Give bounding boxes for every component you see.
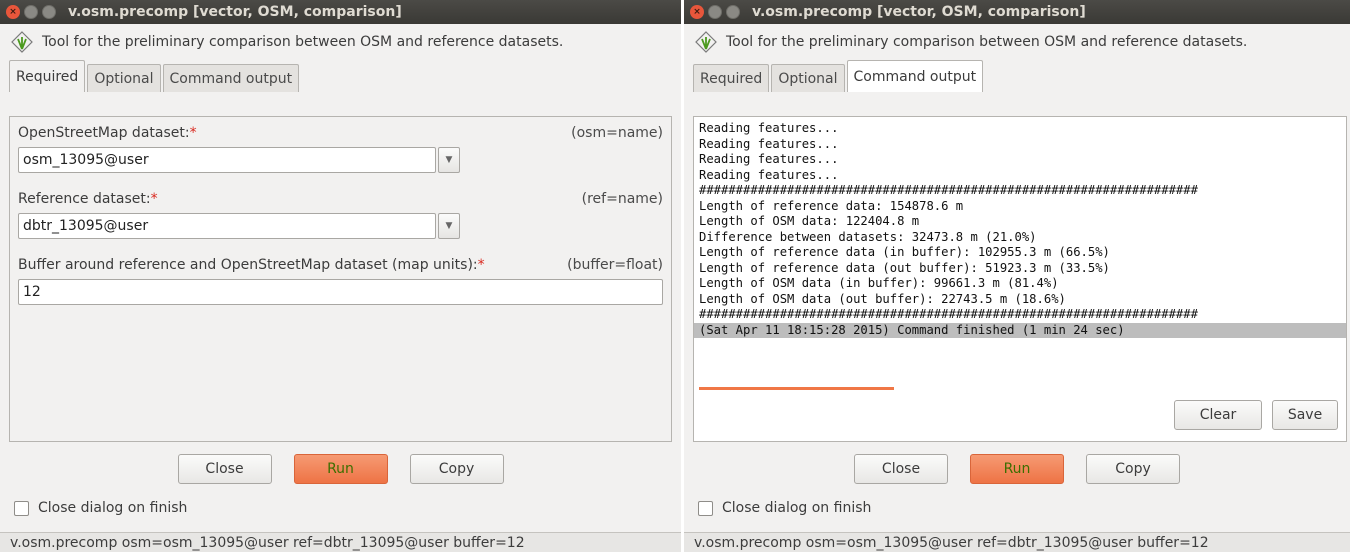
grass-logo-icon: [11, 31, 33, 53]
reference-dataset-input[interactable]: dbtr_13095@user: [18, 213, 436, 239]
ref-param-key: (ref=name): [581, 191, 663, 207]
close-icon[interactable]: ×: [6, 5, 20, 19]
status-bar: v.osm.precomp osm=osm_13095@user ref=dbt…: [0, 532, 681, 552]
status-bar: v.osm.precomp osm=osm_13095@user ref=dbt…: [684, 532, 1350, 552]
required-mark: *: [477, 257, 485, 273]
field-row-ref: Reference dataset:* (ref=name): [10, 183, 671, 213]
dialog-window-required: × v.osm.precomp [vector, OSM, comparison…: [0, 0, 681, 552]
output-line: Reading features...: [699, 136, 839, 151]
command-output-panel: Reading features... Reading features... Re…: [693, 116, 1347, 442]
module-description: Tool for the preliminary comparison betw…: [684, 24, 1350, 60]
progress-bar: [699, 387, 894, 390]
copy-button[interactable]: Copy: [409, 454, 504, 484]
chevron-down-icon[interactable]: ▼: [438, 147, 460, 173]
reference-dataset-label: Reference dataset:: [18, 191, 151, 207]
description-text: Tool for the preliminary comparison betw…: [726, 34, 1248, 50]
osm-dataset-label: OpenStreetMap dataset:: [18, 125, 190, 141]
field-row-osm: OpenStreetMap dataset:* (osm=name): [10, 117, 671, 147]
dialog-buttons: Close Run Copy: [0, 454, 681, 484]
run-button[interactable]: Run: [293, 454, 388, 484]
close-on-finish-row: Close dialog on finish: [14, 500, 187, 516]
close-on-finish-row: Close dialog on finish: [698, 500, 871, 516]
buffer-input[interactable]: 12: [18, 279, 663, 305]
module-description: Tool for the preliminary comparison betw…: [0, 24, 681, 60]
osm-dataset-input[interactable]: osm_13095@user: [18, 147, 436, 173]
maximize-icon[interactable]: [42, 5, 56, 19]
minimize-icon[interactable]: [708, 5, 722, 19]
save-button[interactable]: Save: [1272, 400, 1338, 430]
tab-bar: Required Optional Command output: [0, 60, 681, 92]
window-title: v.osm.precomp [vector, OSM, comparison]: [752, 4, 1086, 20]
output-line: Reading features...: [699, 152, 839, 166]
close-on-finish-checkbox[interactable]: [14, 500, 29, 516]
close-on-finish-checkbox[interactable]: [698, 500, 713, 516]
description-text: Tool for the preliminary comparison betw…: [42, 34, 564, 50]
tab-optional[interactable]: Optional: [87, 64, 161, 92]
tab-optional[interactable]: Optional: [771, 64, 845, 92]
titlebar: × v.osm.precomp [vector, OSM, comparison…: [0, 0, 681, 24]
close-button[interactable]: Close: [854, 454, 948, 484]
close-on-finish-label: Close dialog on finish: [722, 500, 872, 516]
close-on-finish-label: Close dialog on finish: [38, 500, 188, 516]
dialog-window-output: × v.osm.precomp [vector, OSM, comparison…: [684, 0, 1350, 552]
output-line: Length of reference data (out buffer): 5…: [699, 260, 1110, 275]
minimize-icon[interactable]: [24, 5, 38, 19]
maximize-icon[interactable]: [726, 5, 740, 19]
buffer-label: Buffer around reference and OpenStreetMa…: [18, 257, 478, 273]
command-output-text[interactable]: Reading features... Reading features... Re…: [694, 117, 1346, 369]
output-line: Reading features...: [699, 121, 839, 135]
required-mark: *: [189, 125, 197, 141]
clear-button[interactable]: Clear: [1174, 400, 1262, 430]
dialog-buttons: Close Run Copy: [684, 454, 1350, 484]
output-buttons: Clear Save: [1174, 400, 1338, 430]
titlebar: × v.osm.precomp [vector, OSM, comparison…: [684, 0, 1350, 24]
close-icon[interactable]: ×: [690, 5, 704, 19]
field-row-buffer: Buffer around reference and OpenStreetMa…: [10, 249, 671, 279]
output-line: Length of reference data (in buffer): 10…: [699, 245, 1110, 259]
buffer-param-key: (buffer=float): [567, 257, 663, 273]
output-line: Reading features...: [699, 167, 839, 182]
output-finished-line: (Sat Apr 11 18:15:28 2015) Command finis…: [694, 322, 1346, 338]
window-title: v.osm.precomp [vector, OSM, comparison]: [68, 4, 402, 20]
output-line: Difference between datasets: 32473.8 m (…: [699, 229, 1037, 244]
output-line: ########################################…: [699, 183, 1198, 197]
output-line: Length of OSM data: 122404.8 m: [699, 214, 920, 228]
tab-bar: Required Optional Command output: [684, 60, 1350, 92]
copy-button[interactable]: Copy: [1086, 454, 1180, 484]
required-mark: *: [150, 191, 158, 207]
osm-dataset-combo: osm_13095@user ▼: [18, 147, 663, 173]
close-button[interactable]: Close: [177, 454, 272, 484]
chevron-down-icon[interactable]: ▼: [438, 213, 460, 239]
output-line: Length of OSM data (out buffer): 22743.5…: [699, 291, 1066, 306]
osm-param-key: (osm=name): [571, 125, 663, 141]
tab-required[interactable]: Required: [9, 60, 86, 92]
output-line: Length of OSM data (in buffer): 99661.3 …: [699, 276, 1059, 290]
output-line: ########################################…: [699, 307, 1198, 321]
tab-command-output[interactable]: Command output: [846, 60, 984, 92]
output-line: Length of reference data: 154878.6 m: [699, 198, 964, 213]
tab-command-output[interactable]: Command output: [162, 64, 300, 92]
run-button[interactable]: Run: [970, 454, 1064, 484]
tab-required[interactable]: Required: [693, 64, 770, 92]
required-panel: OpenStreetMap dataset:* (osm=name) osm_1…: [9, 116, 672, 442]
reference-dataset-combo: dbtr_13095@user ▼: [18, 213, 663, 239]
grass-logo-icon: [695, 31, 717, 53]
